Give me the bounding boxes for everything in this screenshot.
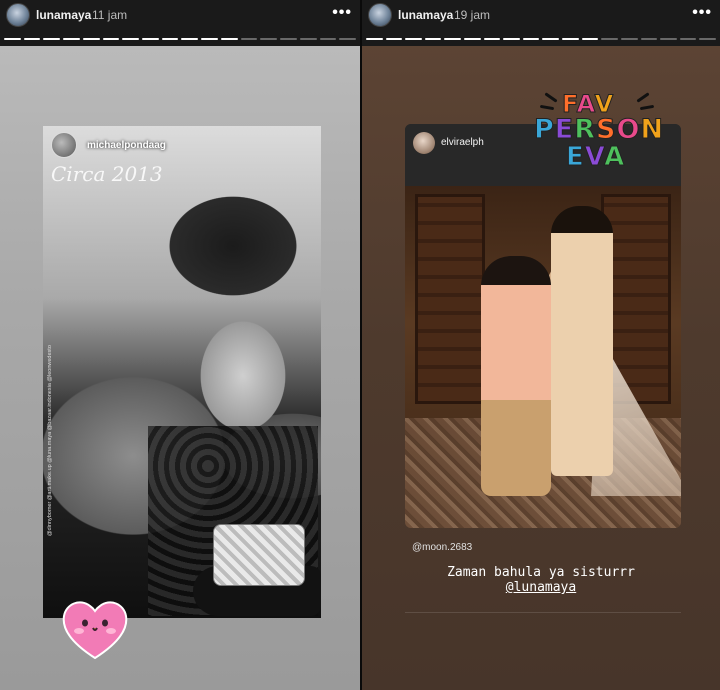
post-avatar[interactable]	[51, 132, 77, 158]
post-caption: Circa 2013	[51, 162, 163, 186]
progress-segment	[201, 38, 218, 40]
clutch-bag	[213, 524, 305, 586]
progress-segment	[405, 38, 422, 40]
sticker-letter: N	[640, 114, 665, 146]
story-header: lunamaya 19 jam •••	[362, 0, 720, 46]
progress-segment	[581, 38, 599, 40]
username[interactable]: lunamaya	[36, 8, 91, 22]
progress-segment	[660, 38, 677, 40]
progress-segment	[483, 38, 501, 40]
mention-tag[interactable]: @moon.2683	[412, 542, 472, 553]
sticker-letter: A	[604, 142, 626, 173]
sticker-letter: V	[584, 142, 605, 173]
progress-segment	[299, 38, 317, 40]
sparkle-line	[539, 104, 555, 111]
progress-segment	[319, 38, 337, 40]
heart-face-sticker	[62, 601, 128, 660]
more-options-icon[interactable]: •••	[332, 4, 352, 22]
progress-segment	[142, 38, 159, 40]
progress-segment	[522, 38, 540, 40]
avatar[interactable]	[368, 3, 392, 27]
sticker-letter: E	[554, 114, 575, 146]
progress-segment	[424, 38, 442, 40]
post-username[interactable]: michaelpondaag	[87, 140, 166, 151]
sparkle-line	[636, 92, 650, 103]
progress-segment	[122, 38, 140, 40]
sticker-word: PERSON	[534, 114, 665, 146]
sticker-letter: R	[574, 114, 597, 146]
progress-segment	[240, 38, 258, 40]
progress-segment	[63, 38, 80, 40]
progress-segment	[699, 38, 716, 40]
progress-segment	[679, 38, 697, 40]
sparkle-line	[544, 92, 558, 103]
progress-segment	[102, 38, 120, 40]
progress-segment	[601, 38, 618, 40]
progress-segment	[181, 38, 199, 40]
progress-segment	[562, 38, 579, 40]
standing-woman	[551, 206, 613, 476]
sticker-letter: E	[566, 142, 585, 173]
progress-segment	[280, 38, 297, 40]
embedded-post[interactable]: elviraelph	[405, 124, 681, 528]
caption-mention-link[interactable]: @lunamaya	[362, 580, 720, 595]
progress-segment	[260, 38, 278, 40]
story-left[interactable]: lunamaya 11 jam ••• michaelpondaag Circa…	[0, 0, 360, 690]
story-progress-bar	[366, 38, 716, 41]
username[interactable]: lunamaya	[398, 8, 453, 22]
post-username[interactable]: elviraelph	[441, 137, 484, 148]
sticker-word: EVA	[566, 142, 626, 173]
sticker-letter: P	[534, 114, 555, 146]
progress-segment	[503, 38, 520, 40]
post-photo	[405, 186, 681, 528]
avatar[interactable]	[6, 3, 30, 27]
progress-segment	[23, 38, 41, 40]
story-progress-bar	[4, 38, 356, 41]
progress-segment	[385, 38, 403, 40]
vertical-credit-text: @dinnybomer @arti.make.up @luna.maya @ba…	[47, 345, 53, 536]
seated-woman	[481, 256, 551, 496]
progress-segment	[366, 38, 383, 40]
story-header: lunamaya 11 jam •••	[0, 0, 360, 46]
progress-segment	[43, 38, 61, 40]
separator	[405, 612, 681, 613]
sticker-letter: O	[616, 114, 641, 146]
progress-segment	[464, 38, 481, 40]
progress-segment	[620, 38, 638, 40]
sparkle-line	[639, 104, 655, 111]
progress-segment	[640, 38, 658, 40]
progress-segment	[542, 38, 560, 40]
progress-segment	[220, 38, 238, 40]
caption-text: Zaman bahula ya sisturrr	[447, 565, 635, 580]
progress-segment	[161, 38, 179, 40]
progress-segment	[4, 38, 21, 40]
embedded-post[interactable]: michaelpondaag Circa 2013 @dinnybomer @a…	[43, 126, 321, 618]
progress-segment	[82, 38, 100, 40]
progress-segment	[339, 38, 356, 40]
fav-person-eva-sticker: FAV PERSON EVA	[532, 90, 665, 180]
more-options-icon[interactable]: •••	[692, 4, 712, 22]
story-caption: Zaman bahula ya sisturrr @lunamaya	[362, 565, 720, 595]
progress-segment	[444, 38, 462, 40]
timestamp: 11 jam	[92, 8, 128, 22]
post-avatar[interactable]	[413, 132, 435, 154]
timestamp: 19 jam	[454, 8, 491, 22]
carved-door-left	[415, 194, 485, 404]
sticker-letter: S	[596, 114, 617, 146]
